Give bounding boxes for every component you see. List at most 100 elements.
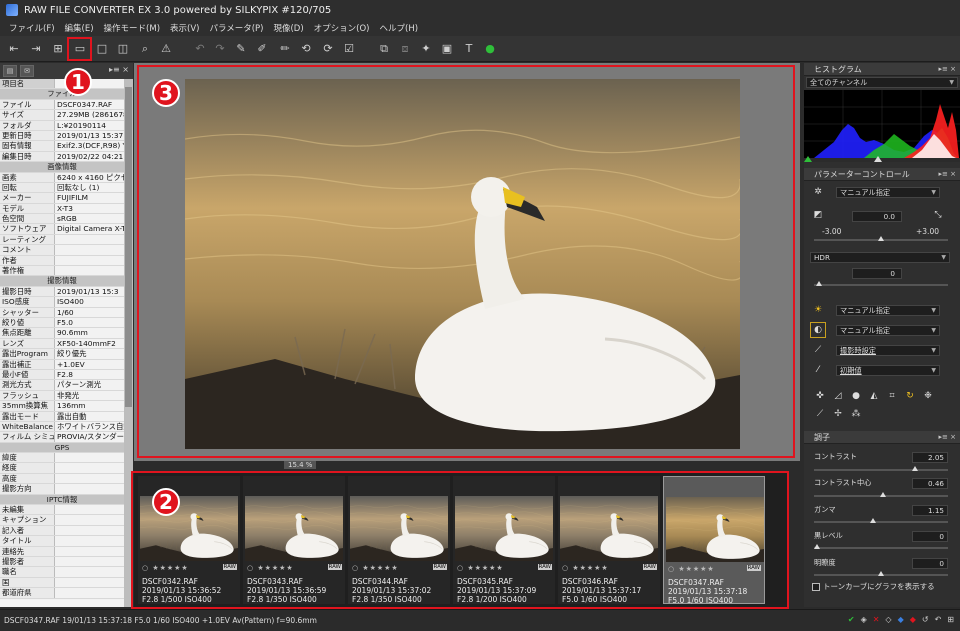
- brush-icon[interactable]: ⟋: [814, 408, 826, 420]
- status-red-icon[interactable]: ◆: [910, 615, 916, 624]
- status-rotate-icon[interactable]: ↺: [922, 615, 929, 624]
- info-section-label: 撮影情報: [47, 276, 77, 286]
- status-icons: ✔ ◈ ✕ ◇ ◆ ◆ ↺ ↶ ⊞: [848, 615, 954, 624]
- info-value: XF50-140mmF2: [57, 338, 116, 348]
- zoom-level[interactable]: 15.4 %: [284, 461, 317, 469]
- rotate-left-icon[interactable]: ⟲: [298, 41, 314, 57]
- hdr-label: HDR: [814, 253, 830, 262]
- curve-icon[interactable]: ◿: [832, 390, 844, 402]
- param-paste-icon[interactable]: ✐: [254, 41, 270, 57]
- white-balance-select[interactable]: マニュアル指定 ▼: [836, 305, 940, 316]
- text-icon[interactable]: T: [461, 41, 477, 57]
- menu-parameter[interactable]: パラメータ(P): [204, 22, 268, 34]
- menu-mode[interactable]: 操作モード(M): [99, 22, 165, 34]
- warning-icon[interactable]: ⚠: [158, 41, 174, 57]
- info-tab-icon[interactable]: ✉: [20, 65, 34, 77]
- info-key: 絞り値: [0, 317, 55, 328]
- heal-icon[interactable]: ✢: [832, 408, 844, 420]
- info-section-label: 画像情報: [47, 162, 77, 172]
- tone-curve-checkbox-row[interactable]: トーンカーブにグラフを表示する: [812, 581, 935, 592]
- lens-icon[interactable]: ✜: [814, 390, 826, 402]
- exposure-input[interactable]: 0.0: [852, 211, 902, 222]
- black-level-slider[interactable]: [814, 544, 948, 549]
- info-value: Exif2.3(DCF,R98) Y: [57, 141, 124, 151]
- tone-active-icon[interactable]: ↻: [904, 390, 916, 402]
- info-row: 記入者: [0, 525, 124, 537]
- exposure-slider[interactable]: [814, 236, 948, 241]
- rotate-right-icon[interactable]: ⟳: [320, 41, 336, 57]
- taste-select[interactable]: マニュアル指定 ▼: [836, 187, 940, 198]
- save-icon[interactable]: ⇥: [28, 41, 44, 57]
- histogram-channel-select[interactable]: 全てのチャンネル ▼: [806, 77, 958, 88]
- tone-icon[interactable]: ◐: [810, 322, 826, 338]
- taste-gear-icon: ✲: [814, 187, 822, 197]
- clarity-slider[interactable]: [814, 571, 948, 576]
- contrast-center-slider[interactable]: [814, 492, 948, 497]
- undo-icon[interactable]: ↶: [192, 41, 208, 57]
- histogram-menu-icon[interactable]: ▸≡ ×: [939, 63, 956, 76]
- info-row: シャッター 1/60: [0, 307, 124, 318]
- compare-view-icon[interactable]: ◫: [115, 41, 131, 57]
- menu-option[interactable]: オプション(O): [309, 22, 375, 34]
- status-ok-icon[interactable]: ✔: [848, 615, 855, 624]
- auto-exposure-icon[interactable]: ⤡: [932, 209, 944, 221]
- panel-menu-icon[interactable]: ▸≡ ×: [109, 65, 129, 74]
- menu-help[interactable]: ヘルプ(H): [375, 22, 424, 34]
- crop-icon[interactable]: ⌗: [886, 390, 898, 402]
- contrast-slider[interactable]: [814, 466, 948, 471]
- menu-view[interactable]: 表示(V): [165, 22, 204, 34]
- status-undo-icon[interactable]: ↶: [935, 615, 942, 624]
- sharpness-select[interactable]: 撮影時設定 ▼: [836, 345, 940, 356]
- noise-select[interactable]: 初期値 ▼: [836, 365, 940, 376]
- hdr-value: 0: [890, 269, 895, 278]
- gamma-slider[interactable]: [814, 518, 948, 523]
- single-view-icon[interactable]: □: [94, 41, 110, 57]
- hdr-select[interactable]: HDR ▼: [810, 252, 950, 263]
- status-tag-icon[interactable]: ◈: [861, 615, 867, 624]
- hdr-slider[interactable]: [814, 281, 948, 286]
- info-row: サイズ 27.29MB (2861678: [0, 110, 124, 121]
- menu-file[interactable]: ファイル(F): [4, 22, 60, 34]
- histogram-title: ヒストグラム: [814, 65, 862, 74]
- status-grid-icon[interactable]: ⊞: [947, 615, 954, 624]
- tone-curve-checkbox[interactable]: [812, 582, 820, 591]
- color-icon[interactable]: ◭: [868, 390, 880, 402]
- hdr-input[interactable]: 0: [852, 268, 902, 279]
- info-key: 更新日時: [0, 130, 55, 141]
- check-icon[interactable]: ☑: [341, 41, 357, 57]
- param-copy-icon[interactable]: ✎: [233, 41, 249, 57]
- tone-panel-menu-icon[interactable]: ▸≡ ×: [939, 431, 956, 444]
- tone-select[interactable]: マニュアル指定 ▼: [836, 325, 940, 336]
- clarity-value[interactable]: 0: [912, 558, 948, 569]
- param-control-menu-icon[interactable]: ▸≡ ×: [939, 168, 956, 181]
- sphere-icon[interactable]: ●: [850, 390, 862, 402]
- grid-view-icon[interactable]: ⊞: [50, 41, 66, 57]
- zoom-icon[interactable]: ⌕: [137, 41, 153, 57]
- menu-develop[interactable]: 現像(D): [268, 22, 308, 34]
- noise-icon: ⁄: [817, 365, 819, 375]
- open-icon[interactable]: ⇤: [6, 41, 22, 57]
- status-blue-icon[interactable]: ◆: [898, 615, 904, 624]
- print-icon[interactable]: ✦: [418, 41, 434, 57]
- contrast-value[interactable]: 2.05: [912, 452, 948, 463]
- info-value: DSCF0347.RAF: [57, 99, 113, 109]
- batch-icon[interactable]: ⧈: [397, 41, 413, 57]
- develop-icon[interactable]: ⧉: [376, 41, 392, 57]
- dust-icon[interactable]: ⁂: [850, 408, 862, 420]
- folder-tab-icon[interactable]: ▤: [3, 65, 17, 77]
- contrast-center-value[interactable]: 0.46: [912, 478, 948, 489]
- param-edit-icon[interactable]: ✏: [277, 41, 293, 57]
- status-delete-icon[interactable]: ✕: [873, 615, 880, 624]
- gamma-value[interactable]: 1.15: [912, 505, 948, 516]
- menu-edit[interactable]: 編集(E): [60, 22, 99, 34]
- info-row: 露出Program 絞り優先: [0, 349, 124, 360]
- effects-icon[interactable]: ❉: [922, 390, 934, 402]
- fullscreen-icon[interactable]: ▣: [439, 41, 455, 57]
- status-star-icon[interactable]: ◇: [885, 615, 891, 624]
- ok-icon[interactable]: ●: [482, 41, 498, 57]
- info-row: コメント: [0, 245, 124, 256]
- callout-box-1: [67, 37, 92, 61]
- redo-icon[interactable]: ↷: [212, 41, 228, 57]
- info-row: ソフトウェア Digital Camera X-T: [0, 224, 124, 235]
- black-level-value[interactable]: 0: [912, 531, 948, 542]
